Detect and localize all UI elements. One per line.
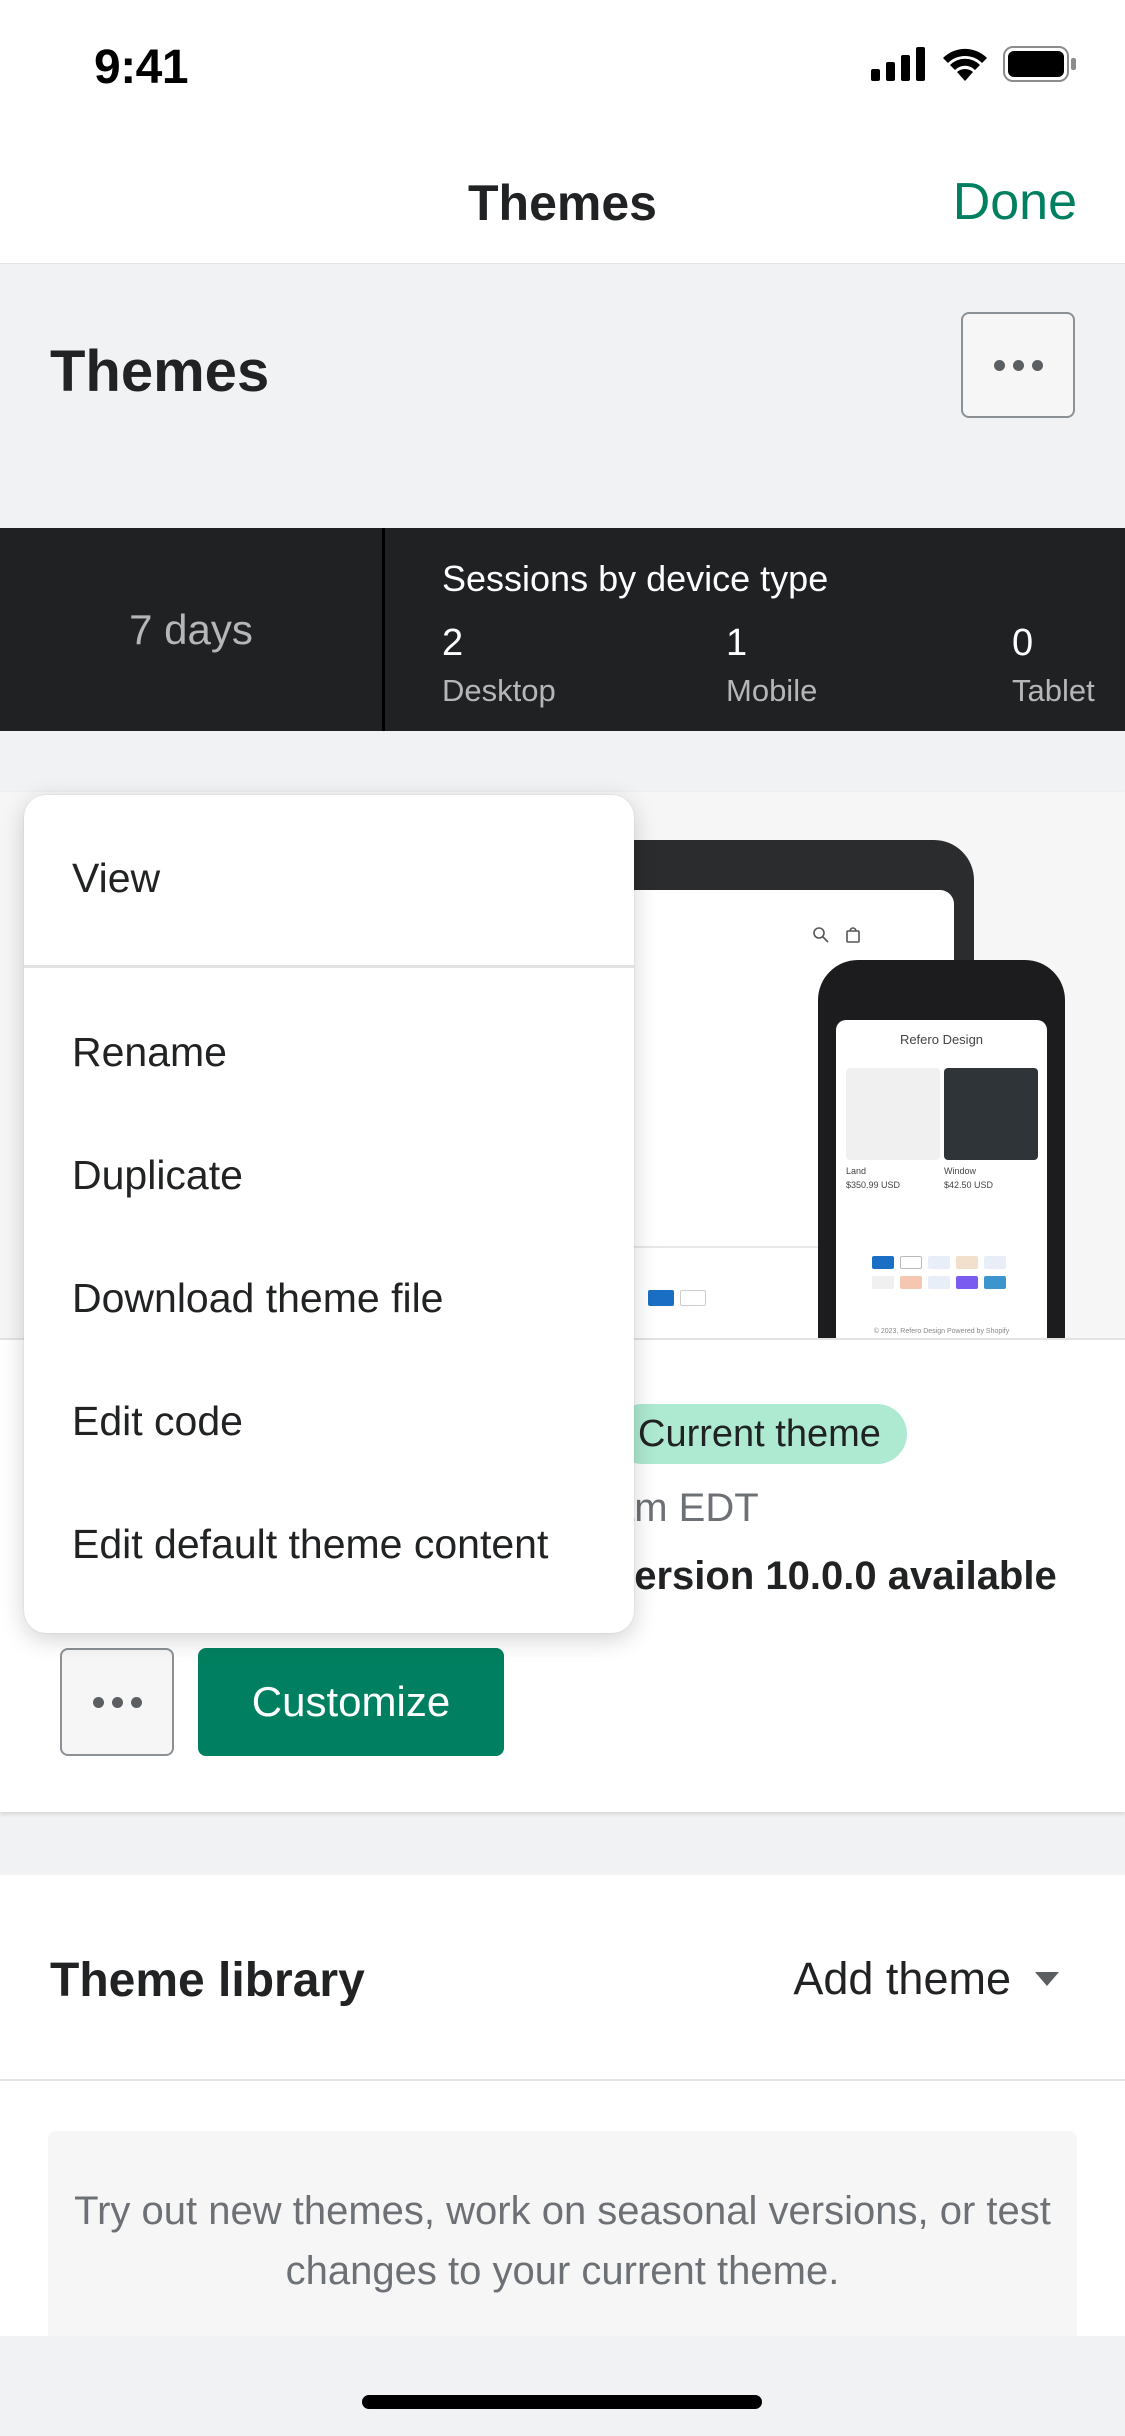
- product-image: [944, 1068, 1038, 1160]
- wifi-icon: [943, 48, 987, 81]
- theme-update-notice[interactable]: version 10.0.0 available: [612, 1554, 1057, 1599]
- theme-library-card: Theme library Add theme Try out new them…: [0, 1875, 1125, 2336]
- more-actions-button[interactable]: [961, 312, 1075, 418]
- empty-state-text: Try out new themes, work on seasonal ver…: [74, 2189, 1051, 2293]
- customize-button[interactable]: Customize: [198, 1648, 504, 1756]
- payment-icon: [872, 1256, 894, 1269]
- product-name: Window: [944, 1166, 977, 1176]
- product-image: [846, 1068, 940, 1160]
- menu-item-download-theme-file[interactable]: Download theme file: [72, 1275, 443, 1322]
- chevron-down-icon: [1035, 1972, 1059, 1986]
- payment-icons: [872, 1256, 1006, 1269]
- metric-tablet: 0 Tablet: [1012, 622, 1095, 709]
- search-icon: [813, 927, 829, 943]
- metric-label: Mobile: [726, 673, 818, 708]
- theme-library-title: Theme library: [50, 1954, 365, 2007]
- metric-mobile: 1 Mobile: [726, 622, 817, 709]
- product-name: Land: [846, 1166, 867, 1176]
- payment-icon: [984, 1276, 1006, 1289]
- phone-brand: Refero Design: [899, 1032, 984, 1047]
- page-title: Themes: [50, 339, 270, 404]
- page-header: Themes: [0, 264, 1125, 528]
- payment-icon: [956, 1276, 978, 1289]
- menu-item-rename[interactable]: Rename: [72, 1029, 227, 1076]
- home-indicator[interactable]: [362, 2395, 762, 2409]
- theme-saved-time: am EDT: [612, 1486, 759, 1530]
- product-price: $42.50 USD: [944, 1180, 994, 1190]
- add-theme-label: Add theme: [793, 1953, 1011, 2004]
- payment-icon: [900, 1256, 922, 1269]
- more-icon-dot: [1031, 359, 1043, 371]
- metric-value: 2: [442, 622, 464, 664]
- payment-icon: [648, 1290, 674, 1306]
- payment-icon: [928, 1256, 950, 1269]
- navigation-bar: Themes Done: [0, 132, 1125, 264]
- sessions-panel: 7 days Sessions by device type 2 Desktop…: [0, 528, 1125, 731]
- more-icon-dot: [1012, 359, 1024, 371]
- menu-separator: [24, 965, 634, 968]
- done-button[interactable]: Done: [953, 172, 1077, 232]
- phone-screen: Refero Design Land $350.99 USD Window $4…: [836, 1020, 1047, 1338]
- menu-item-view[interactable]: View: [72, 855, 160, 902]
- metric-value: 0: [1012, 622, 1034, 664]
- signal-icon: [871, 47, 925, 81]
- menu-item-duplicate[interactable]: Duplicate: [72, 1152, 243, 1199]
- payment-icon: [984, 1256, 1006, 1269]
- payment-icon: [680, 1290, 706, 1306]
- menu-item-edit-code[interactable]: Edit code: [72, 1398, 243, 1445]
- theme-actions-button[interactable]: [60, 1648, 174, 1756]
- phone-footer: © 2023, Refero Design Powered by Shopify: [873, 1328, 1010, 1335]
- status-bar: 9:41: [0, 0, 1125, 132]
- cart-icon: [846, 927, 860, 943]
- more-icon: [993, 359, 1005, 371]
- payment-icons: [872, 1276, 1006, 1289]
- more-icon-dot: [130, 1696, 142, 1708]
- status-icons: [871, 46, 1077, 82]
- current-theme-badge: Current theme: [612, 1404, 907, 1464]
- phone-mockup: Refero Design Land $350.99 USD Window $4…: [818, 960, 1065, 1338]
- metric-desktop: 2 Desktop: [442, 622, 556, 709]
- menu-item-edit-default-theme-content[interactable]: Edit default theme content: [72, 1521, 548, 1568]
- metric-value: 1: [726, 622, 748, 664]
- library-divider: [0, 2079, 1125, 2081]
- payment-icon: [928, 1276, 950, 1289]
- battery-icon: [1003, 46, 1076, 82]
- payment-icon: [956, 1256, 978, 1269]
- metric-label: Tablet: [1012, 673, 1095, 708]
- sessions-title: Sessions by device type: [442, 558, 829, 599]
- sessions-period[interactable]: 7 days: [0, 528, 385, 731]
- theme-library-empty-state: Try out new themes, work on seasonal ver…: [48, 2131, 1077, 2336]
- more-icon-dot: [111, 1696, 123, 1708]
- status-time: 9:41: [94, 41, 189, 94]
- metric-label: Desktop: [442, 673, 556, 708]
- theme-actions-menu: View Rename Duplicate Download theme fil…: [24, 795, 634, 1633]
- product-price: $350.99 USD: [846, 1180, 901, 1190]
- add-theme-button[interactable]: Add theme: [793, 1953, 1059, 2005]
- payment-icon: [872, 1276, 894, 1289]
- more-icon: [92, 1696, 104, 1708]
- payment-icon: [900, 1276, 922, 1289]
